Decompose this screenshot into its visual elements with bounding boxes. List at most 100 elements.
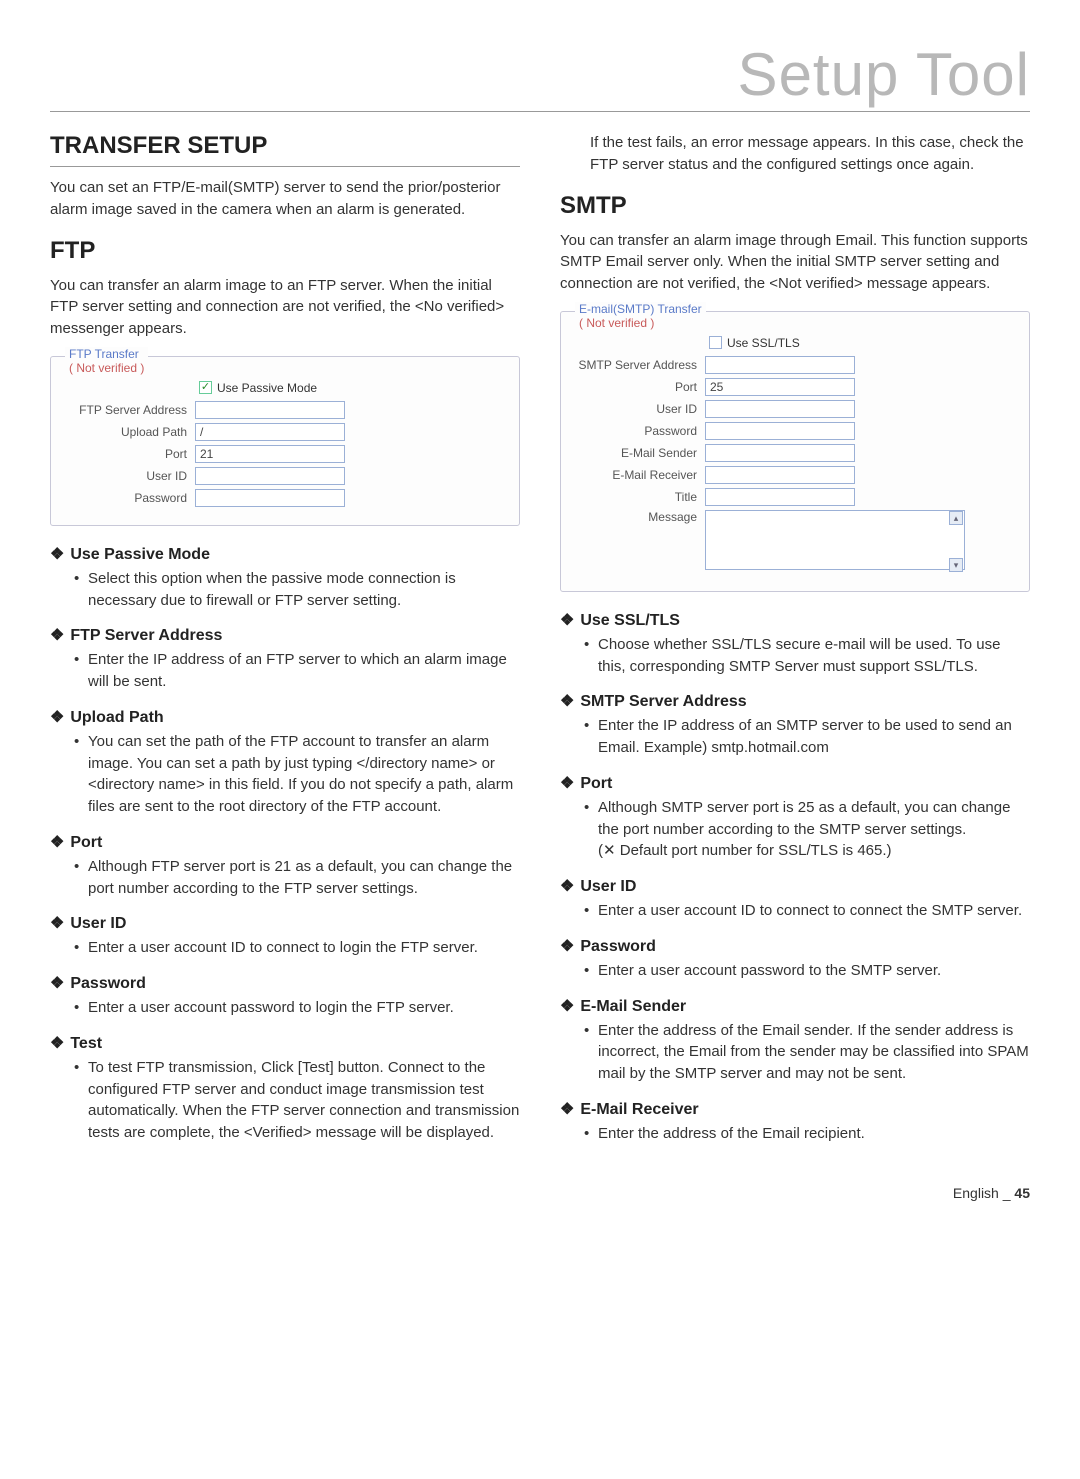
email-sender-input[interactable]: [705, 444, 855, 462]
ftp-port-heading: ❖Port: [50, 832, 520, 852]
smtp-panel-legend: E-mail(SMTP) Transfer ( Not verified ): [575, 302, 706, 330]
use-ssl-row: Use SSL/TLS: [709, 336, 1015, 350]
smtp-desc: You can transfer an alarm image through …: [560, 230, 1030, 295]
upload-path-heading: ❖Upload Path: [50, 707, 520, 727]
smtp-userid-text: Enter a user account ID to connect to co…: [584, 900, 1030, 922]
ftp-password-heading: ❖Password: [50, 973, 520, 993]
ftp-port-input[interactable]: [195, 445, 345, 463]
smtp-password-heading: ❖Password: [560, 936, 1030, 956]
right-column: If the test fails, an error message appe…: [560, 132, 1030, 1159]
smtp-port-label: Port: [575, 380, 705, 394]
use-passive-mode-label: Use Passive Mode: [217, 381, 317, 395]
footer-separator: _: [1003, 1185, 1011, 1201]
email-sender-heading: ❖E-Mail Sender: [560, 996, 1030, 1016]
smtp-port-text: Although SMTP server port is 25 as a def…: [584, 797, 1030, 862]
ftp-userid-text: Enter a user account ID to connect to lo…: [74, 937, 520, 959]
two-column-layout: TRANSFER SETUP You can set an FTP/E-mail…: [50, 132, 1030, 1159]
ftp-test-heading: ❖Test: [50, 1033, 520, 1053]
transfer-setup-desc: You can set an FTP/E-mail(SMTP) server t…: [50, 177, 520, 221]
ftp-desc: You can transfer an alarm image to an FT…: [50, 275, 520, 340]
upload-path-input[interactable]: [195, 423, 345, 441]
diamond-icon: ❖: [560, 693, 574, 710]
ftp-password-label: Password: [65, 491, 195, 505]
ftp-userid-label: User ID: [65, 469, 195, 483]
diamond-icon: ❖: [50, 834, 64, 851]
email-receiver-heading: ❖E-Mail Receiver: [560, 1099, 1030, 1119]
diamond-icon: ❖: [560, 1101, 574, 1118]
smtp-server-address-heading: ❖SMTP Server Address: [560, 691, 1030, 711]
footer-language: English: [953, 1185, 999, 1201]
email-message-textarea[interactable]: [705, 510, 965, 570]
email-sender-label: E-Mail Sender: [575, 446, 705, 460]
scroll-down-icon[interactable]: ▾: [949, 558, 963, 572]
ftp-server-address-input[interactable]: [195, 401, 345, 419]
ftp-server-address-label: FTP Server Address: [65, 403, 195, 417]
smtp-port-input[interactable]: [705, 378, 855, 396]
scroll-up-icon[interactable]: ▴: [949, 511, 963, 525]
diamond-icon: ❖: [50, 709, 64, 726]
use-ssl-label: Use SSL/TLS: [727, 336, 800, 350]
ftp-heading: FTP: [50, 237, 520, 265]
ftp-panel-legend: FTP Transfer ( Not verified ): [65, 347, 148, 375]
page-header: Setup Tool: [50, 40, 1030, 112]
ftp-password-input[interactable]: [195, 489, 345, 507]
email-title-input[interactable]: [705, 488, 855, 506]
smtp-transfer-panel: E-mail(SMTP) Transfer ( Not verified ) U…: [560, 311, 1030, 592]
use-ssl-checkbox[interactable]: [709, 336, 722, 349]
diamond-icon: ❖: [560, 938, 574, 955]
email-message-label: Message: [575, 510, 705, 524]
test-fail-text: If the test fails, an error message appe…: [560, 132, 1030, 176]
diamond-icon: ❖: [560, 878, 574, 895]
ftp-test-text: To test FTP transmission, Click [Test] b…: [74, 1057, 520, 1144]
ftp-port-label: Port: [65, 447, 195, 461]
smtp-password-text: Enter a user account password to the SMT…: [584, 960, 1030, 982]
ftp-userid-heading: ❖User ID: [50, 913, 520, 933]
email-receiver-text: Enter the address of the Email recipient…: [584, 1123, 1030, 1145]
page-header-title: Setup Tool: [738, 41, 1030, 108]
diamond-icon: ❖: [560, 612, 574, 629]
ftp-userid-input[interactable]: [195, 467, 345, 485]
smtp-legend-status: ( Not verified ): [579, 316, 702, 330]
use-passive-mode-heading: ❖Use Passive Mode: [50, 544, 520, 564]
transfer-setup-heading: TRANSFER SETUP: [50, 132, 520, 167]
diamond-icon: ❖: [50, 915, 64, 932]
use-ssl-text: Choose whether SSL/TLS secure e-mail wil…: [584, 634, 1030, 678]
smtp-userid-heading: ❖User ID: [560, 876, 1030, 896]
smtp-server-address-input[interactable]: [705, 356, 855, 374]
use-ssl-heading: ❖Use SSL/TLS: [560, 610, 1030, 630]
smtp-server-address-label: SMTP Server Address: [575, 358, 705, 372]
ftp-server-address-heading: ❖FTP Server Address: [50, 625, 520, 645]
smtp-userid-input[interactable]: [705, 400, 855, 418]
upload-path-label: Upload Path: [65, 425, 195, 439]
email-receiver-input[interactable]: [705, 466, 855, 484]
diamond-icon: ❖: [560, 775, 574, 792]
use-passive-mode-checkbox[interactable]: [199, 381, 212, 394]
use-passive-mode-row: Use Passive Mode: [199, 381, 505, 395]
diamond-icon: ❖: [50, 546, 64, 563]
page-footer: English _ 45: [50, 1185, 1030, 1201]
smtp-password-label: Password: [575, 424, 705, 438]
ftp-legend-status: ( Not verified ): [69, 361, 144, 375]
email-title-label: Title: [575, 490, 705, 504]
upload-path-text: You can set the path of the FTP account …: [74, 731, 520, 818]
ftp-transfer-panel: FTP Transfer ( Not verified ) Use Passiv…: [50, 356, 520, 526]
use-passive-mode-text: Select this option when the passive mode…: [74, 568, 520, 612]
footer-page-number: 45: [1014, 1185, 1030, 1201]
diamond-icon: ❖: [50, 1035, 64, 1052]
smtp-port-note: (✕ Default port number for SSL/TLS is 46…: [598, 842, 892, 859]
smtp-port-heading: ❖Port: [560, 773, 1030, 793]
email-receiver-label: E-Mail Receiver: [575, 468, 705, 482]
smtp-legend-title: E-mail(SMTP) Transfer: [579, 302, 702, 316]
email-sender-text: Enter the address of the Email sender. I…: [584, 1020, 1030, 1085]
left-column: TRANSFER SETUP You can set an FTP/E-mail…: [50, 132, 520, 1159]
ftp-port-text: Although FTP server port is 21 as a defa…: [74, 856, 520, 900]
smtp-server-address-text: Enter the IP address of an SMTP server t…: [584, 715, 1030, 759]
diamond-icon: ❖: [50, 627, 64, 644]
smtp-userid-label: User ID: [575, 402, 705, 416]
diamond-icon: ❖: [50, 975, 64, 992]
ftp-password-text: Enter a user account password to login t…: [74, 997, 520, 1019]
diamond-icon: ❖: [560, 998, 574, 1015]
smtp-heading: SMTP: [560, 192, 1030, 220]
ftp-legend-title: FTP Transfer: [69, 347, 139, 361]
smtp-password-input[interactable]: [705, 422, 855, 440]
